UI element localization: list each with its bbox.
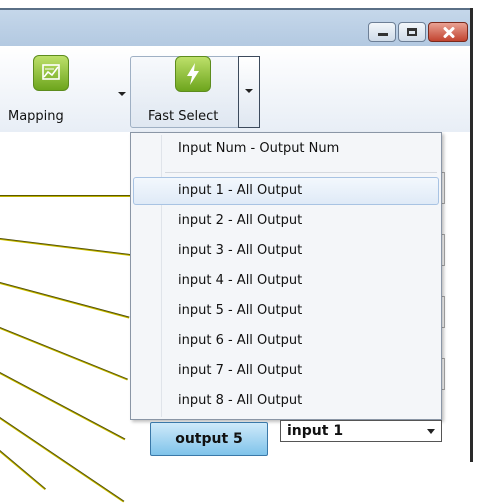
mapping-label[interactable]: Mapping xyxy=(8,109,64,124)
menu-item-input-7[interactable]: input 7 - All Output xyxy=(133,357,439,385)
maximize-icon xyxy=(399,23,425,41)
mapping-line xyxy=(0,450,46,491)
menu-separator xyxy=(165,172,437,173)
close-button[interactable] xyxy=(428,22,468,42)
window-right-border xyxy=(470,8,473,462)
maximize-button[interactable] xyxy=(398,22,426,42)
input-select[interactable]: input 1 xyxy=(280,420,442,442)
fast-select-dropdown-button[interactable] xyxy=(238,56,260,128)
minimize-button[interactable] xyxy=(368,22,396,42)
input-select-value: input 1 xyxy=(287,423,344,439)
app-window: Mapping Fast Select Input Num - Output N… xyxy=(0,0,478,503)
mapping-line xyxy=(0,327,128,381)
menu-item-input-8[interactable]: input 8 - All Output xyxy=(133,387,439,415)
close-icon xyxy=(429,23,467,41)
mapping-icon[interactable] xyxy=(33,55,69,91)
menu-item-input-2[interactable]: input 2 - All Output xyxy=(133,207,439,235)
menu-item-input-1[interactable]: input 1 - All Output xyxy=(133,177,439,205)
fast-select-label: Fast Select xyxy=(148,109,219,124)
output-5-button[interactable]: output 5 xyxy=(150,422,268,456)
mapping-line xyxy=(0,282,130,319)
chevron-down-icon xyxy=(427,429,435,434)
mapping-line xyxy=(0,195,130,197)
menu-item-input-4[interactable]: input 4 - All Output xyxy=(133,267,439,295)
menu-item-input-6[interactable]: input 6 - All Output xyxy=(133,327,439,355)
menu-item-input-3[interactable]: input 3 - All Output xyxy=(133,237,439,265)
chevron-down-icon xyxy=(245,89,253,93)
fast-select-menu: Input Num - Output Num input 1 - All Out… xyxy=(130,132,442,420)
lightning-icon xyxy=(175,56,211,92)
mapping-line xyxy=(0,238,132,257)
menu-header[interactable]: Input Num - Output Num xyxy=(133,135,439,163)
minimize-icon xyxy=(369,23,395,41)
menu-item-input-5[interactable]: input 5 - All Output xyxy=(133,297,439,325)
mapping-dropdown-arrow-icon[interactable] xyxy=(118,92,126,96)
